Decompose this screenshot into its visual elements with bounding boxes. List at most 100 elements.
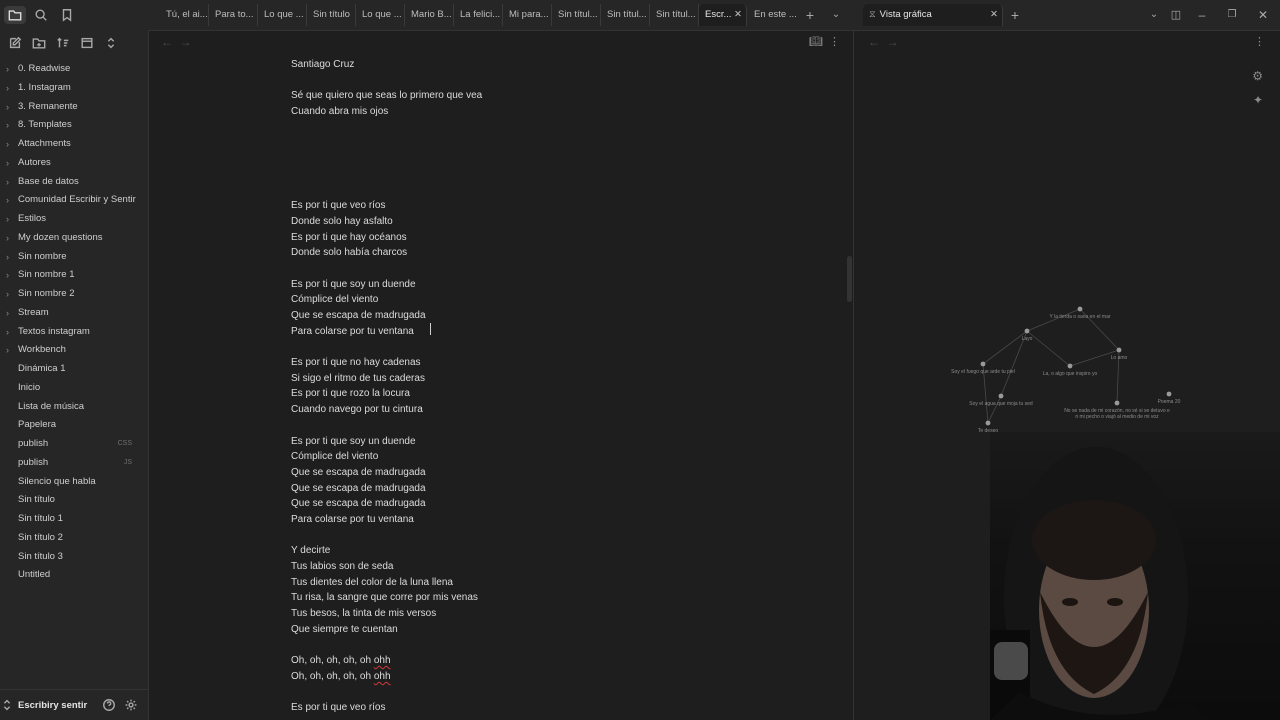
- file-label: Untitled: [18, 569, 51, 581]
- folder-item[interactable]: › Stream: [0, 304, 148, 323]
- file-item[interactable]: Papelera: [0, 416, 148, 435]
- misspelled-word[interactable]: ohh: [374, 655, 391, 666]
- folder-item[interactable]: › Sin nombre 2: [0, 285, 148, 304]
- graph-node[interactable]: [985, 420, 991, 426]
- expand-all-icon[interactable]: [100, 34, 122, 52]
- new-note-icon[interactable]: [4, 34, 26, 52]
- note-line-text: Oh, oh, oh, oh, oh: [291, 670, 374, 682]
- new-folder-icon[interactable]: [28, 34, 50, 52]
- tab[interactable]: En este ...: [748, 4, 797, 26]
- file-item[interactable]: Dinámica 1: [0, 360, 148, 379]
- close-tab-icon[interactable]: ✕: [734, 4, 742, 26]
- file-item[interactable]: publish JS: [0, 454, 148, 473]
- tab-active[interactable]: Escr... ✕: [699, 4, 747, 26]
- folder-item[interactable]: › 1. Instagram: [0, 79, 148, 98]
- sort-icon[interactable]: [52, 34, 74, 52]
- note-line: Sé que quiero que seas lo primero que ve…: [291, 90, 483, 102]
- file-item[interactable]: Sin título 2: [0, 529, 148, 548]
- tab[interactable]: Sin títul...: [552, 4, 601, 26]
- tab[interactable]: Tú, el ai...: [160, 4, 209, 26]
- tab[interactable]: Lo que ...: [258, 4, 307, 26]
- tab[interactable]: Sin títul...: [601, 4, 650, 26]
- bookmark-icon[interactable]: [56, 6, 78, 24]
- new-tab-plus-icon[interactable]: +: [801, 6, 819, 24]
- note-line: Donde solo hay asfalto: [291, 215, 393, 227]
- file-item[interactable]: Untitled: [0, 566, 148, 585]
- search-icon[interactable]: [30, 6, 52, 24]
- note-line: Es por ti que soy un duende: [291, 435, 416, 447]
- folder-label: Sin nombre: [18, 250, 67, 262]
- tab[interactable]: Sin título: [307, 4, 356, 26]
- folder-item[interactable]: › Workbench: [0, 341, 148, 360]
- note-line: Donde solo había charcos: [291, 247, 408, 259]
- chevron-right-icon: ›: [6, 270, 9, 281]
- folder-item[interactable]: › Base de datos: [0, 173, 148, 192]
- file-item[interactable]: Silencio que habla: [0, 473, 148, 492]
- folder-item[interactable]: › 3. Remanente: [0, 98, 148, 117]
- restore-window-icon[interactable]: ❐: [1223, 6, 1241, 24]
- sidebar-toggle-icon[interactable]: ◫: [1167, 6, 1185, 24]
- folder-item[interactable]: › Textos instagram: [0, 323, 148, 342]
- tab[interactable]: Lo que ...: [356, 4, 405, 26]
- folder-item[interactable]: › Comunidad Escribir y Sentir: [0, 191, 148, 210]
- tab-graph-view[interactable]: ⧖ Vista gráfica ✕: [863, 4, 1003, 26]
- tab[interactable]: Sin títul...: [650, 4, 699, 26]
- graph-node[interactable]: [998, 393, 1004, 399]
- settings-gear-icon[interactable]: [120, 696, 142, 714]
- file-tree: › 0. Readwise › 1. Instagram › 3. Remanente…: [0, 60, 148, 585]
- forward-arrow-icon[interactable]: →: [180, 35, 192, 49]
- note-editor-pane[interactable]: ← → 📖︎ ⋮ Santiago Cruz Sé que quiero que…: [149, 31, 852, 720]
- tab[interactable]: Para to...: [209, 4, 258, 26]
- graph-node[interactable]: [1116, 347, 1122, 353]
- more-options-icon[interactable]: ⋮: [829, 36, 840, 48]
- folder-item[interactable]: › Estilos: [0, 210, 148, 229]
- graph-node[interactable]: [1077, 306, 1083, 312]
- back-arrow-icon[interactable]: ←: [161, 35, 173, 49]
- note-line: Si sigo el ritmo de tus caderas: [291, 372, 425, 384]
- tab-label: Tú, el ai...: [166, 9, 208, 20]
- folder-item[interactable]: › Sin nombre: [0, 248, 148, 267]
- close-window-icon[interactable]: ✕: [1254, 6, 1272, 24]
- tab-list-chevron-icon[interactable]: ⌄: [827, 6, 845, 24]
- close-tab-icon[interactable]: ✕: [990, 4, 998, 26]
- help-icon[interactable]: [98, 696, 120, 714]
- reading-view-icon[interactable]: 📖︎: [809, 36, 823, 48]
- editor-scrollbar[interactable]: [847, 256, 852, 302]
- folder-item[interactable]: › My dozen questions: [0, 229, 148, 248]
- folder-item[interactable]: › Autores: [0, 154, 148, 173]
- note-line: Cómplice del viento: [291, 294, 379, 306]
- folder-item[interactable]: › Sin nombre 1: [0, 266, 148, 285]
- graph-node-label: Y la tierda o sana en el mar: [1049, 314, 1110, 320]
- graph-node[interactable]: [1166, 391, 1172, 397]
- file-item[interactable]: Inicio: [0, 379, 148, 398]
- misspelled-word[interactable]: ohh: [374, 671, 391, 682]
- folder-item[interactable]: › 0. Readwise: [0, 60, 148, 79]
- note-content[interactable]: Santiago Cruz Sé que quiero que seas lo …: [291, 57, 482, 716]
- graph-node[interactable]: [1114, 400, 1120, 406]
- file-item[interactable]: Sin título 1: [0, 510, 148, 529]
- tab[interactable]: Mi para...: [503, 4, 552, 26]
- vault-switcher[interactable]: Escribiry sentir: [0, 689, 148, 720]
- folder-item[interactable]: › Attachments: [0, 135, 148, 154]
- minimize-window-icon[interactable]: –: [1193, 6, 1211, 24]
- collapse-all-icon[interactable]: [76, 34, 98, 52]
- tab-label: Vista gráfica: [879, 9, 932, 20]
- folder-item[interactable]: › 8. Templates: [0, 116, 148, 135]
- folder-icon[interactable]: [4, 6, 26, 24]
- file-item[interactable]: publish CSS: [0, 435, 148, 454]
- tab[interactable]: Mario B...: [405, 4, 454, 26]
- file-item[interactable]: Sin título 3: [0, 548, 148, 567]
- graph-node[interactable]: [1067, 363, 1073, 369]
- tab-list-chevron-icon[interactable]: ⌄: [1145, 6, 1163, 24]
- tab[interactable]: La felici...: [454, 4, 503, 26]
- file-item[interactable]: Sin título: [0, 491, 148, 510]
- new-tab-plus-icon[interactable]: +: [1006, 6, 1024, 24]
- file-item[interactable]: Lista de música: [0, 398, 148, 417]
- graph-node[interactable]: [980, 361, 986, 367]
- graph-node[interactable]: [1024, 328, 1030, 334]
